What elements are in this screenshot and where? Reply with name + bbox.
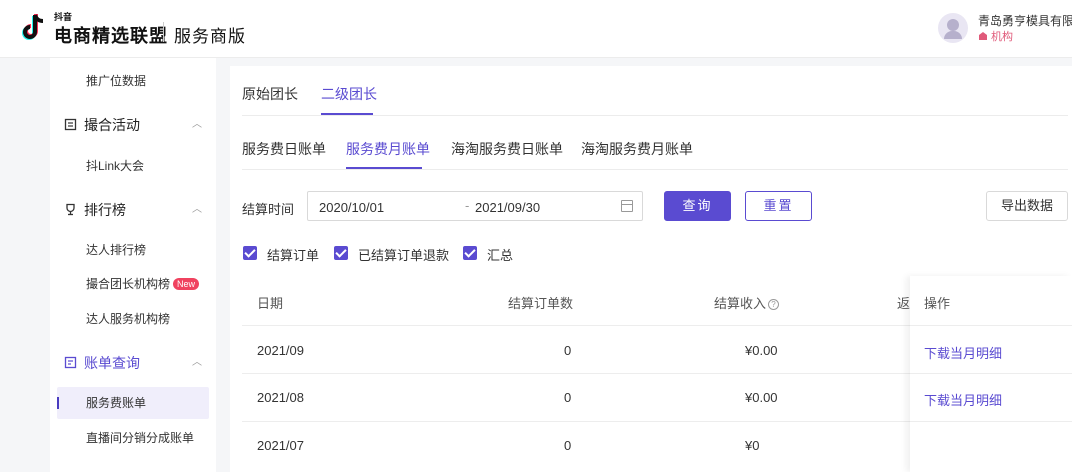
chevron-up-icon: ︿: [192, 119, 202, 130]
company-name[interactable]: 青岛勇亨模具有限公: [978, 12, 1072, 29]
sidebar-item-service-ranking[interactable]: 达人服务机构榜: [50, 303, 216, 335]
table-row-divider: [910, 325, 1072, 326]
sidebar-item-link-conference[interactable]: 抖Link大会: [50, 150, 216, 182]
tab-divider: [242, 115, 1068, 116]
tab-original-leader[interactable]: 原始团长: [242, 84, 298, 104]
table-row-divider: [910, 421, 1072, 422]
reset-button[interactable]: 重置: [745, 191, 812, 221]
checkbox-checked-icon[interactable]: [463, 246, 477, 260]
sidebar: 推广位数据 撮合活动 ︿ 抖Link大会 排行榜 ︿ 达人排行榜 撮合团长机构榜…: [50, 58, 216, 472]
sidebar-group-billing[interactable]: 账单查询 ︿: [50, 345, 216, 381]
logo-subtitle: 服务商版: [174, 27, 246, 46]
sidebar-group-matching[interactable]: 撮合活动 ︿: [50, 107, 216, 143]
date-end-input[interactable]: 2021/09/30: [475, 200, 540, 215]
sidebar-item-label: 达人排行榜: [86, 243, 147, 257]
settle-time-label: 结算时间: [242, 202, 295, 217]
table-cell-orders: 0: [564, 438, 572, 453]
sidebar-item-label: 撮合团长机构榜: [86, 277, 171, 291]
operation-column: 操作 下载当月明细 下载当月明细: [910, 276, 1072, 472]
download-month-detail-link[interactable]: 下载当月明细: [924, 390, 1002, 409]
sidebar-item-promo-data[interactable]: 推广位数据: [50, 65, 216, 97]
table-cell-date: 2021/07: [257, 438, 304, 453]
date-separator: -: [465, 198, 470, 213]
tab-haitao-monthly-bill[interactable]: 海淘服务费月账单: [581, 139, 693, 159]
column-header-income-label: 结算收入: [714, 296, 767, 311]
date-range-picker[interactable]: 2020/10/01 - 2021/09/30: [307, 191, 643, 221]
avatar-head-shape: [947, 19, 959, 31]
chevron-up-icon: ︿: [192, 204, 202, 215]
checkbox-label: 汇总: [487, 248, 514, 263]
sidebar-item-label: 达人服务机构榜: [86, 312, 171, 326]
building-icon: [979, 32, 987, 40]
top-header: 抖音 电商精选联盟 服务商版 青岛勇亨模具有限公 机构: [0, 0, 1072, 58]
avatar[interactable]: [938, 13, 968, 43]
sidebar-item-label: 服务费账单: [86, 396, 147, 410]
sidebar-item-label: 抖Link大会: [86, 159, 145, 173]
table-cell-income: ¥0.00: [745, 343, 778, 358]
tab-monthly-bill[interactable]: 服务费月账单: [346, 139, 430, 159]
sidebar-item-influencer-ranking[interactable]: 达人排行榜: [50, 234, 216, 266]
table-cell-income: ¥0.00: [745, 390, 778, 405]
tab-haitao-daily-bill[interactable]: 海淘服务费日账单: [451, 139, 563, 159]
column-header-order-count: 结算订单数: [508, 296, 574, 311]
main-content: 原始团长 二级团长 服务费日账单 服务费月账单 海淘服务费日账单 海淘服务费月账…: [230, 66, 1072, 472]
table-cell-date: 2021/09: [257, 343, 304, 358]
table-row-divider: [910, 373, 1072, 374]
table-cell-income: ¥0: [745, 438, 760, 453]
document-icon: [64, 118, 77, 131]
help-icon[interactable]: ?: [768, 299, 780, 310]
table-cell-date: 2021/08: [257, 390, 304, 405]
sidebar-item-leader-ranking[interactable]: 撮合团长机构榜 New: [50, 268, 216, 300]
table-cell-orders: 0: [564, 343, 572, 358]
logo-title[interactable]: 电商精选联盟: [54, 22, 168, 48]
checkbox-checked-icon[interactable]: [334, 246, 348, 260]
org-tag-label: 机构: [991, 31, 1013, 43]
avatar-body-shape: [944, 31, 962, 39]
sidebar-item-label: 直播间分销分成账单: [86, 431, 195, 445]
date-start-input[interactable]: 2020/10/01: [319, 200, 384, 215]
org-tag: 机构: [978, 28, 1013, 44]
douyin-logo-icon[interactable]: [20, 12, 48, 42]
new-badge: New: [173, 278, 200, 290]
sidebar-group-label: 撮合活动: [84, 117, 140, 133]
tab-daily-bill[interactable]: 服务费日账单: [242, 139, 326, 159]
chevron-up-icon: ︿: [192, 357, 202, 368]
table-cell-orders: 0: [564, 390, 572, 405]
column-header-refund: 返: [897, 296, 911, 311]
column-header-income: 结算收入?: [714, 293, 780, 312]
tab-secondary-leader[interactable]: 二级团长: [321, 84, 377, 104]
sidebar-item-live-distribution-bill[interactable]: 直播间分销分成账单: [50, 422, 216, 454]
bill-icon: [64, 356, 77, 369]
sidebar-item-service-fee-bill[interactable]: 服务费账单: [50, 387, 216, 419]
checkbox-label: 已结算订单退款: [358, 248, 450, 263]
export-data-button[interactable]: 导出数据: [986, 191, 1068, 221]
sidebar-group-ranking[interactable]: 排行榜 ︿: [50, 192, 216, 228]
query-button[interactable]: 查询: [664, 191, 731, 221]
download-month-detail-link[interactable]: 下载当月明细: [924, 343, 1002, 362]
sidebar-item-label: 推广位数据: [86, 74, 147, 88]
tab-divider: [242, 169, 1068, 170]
logo-divider: [163, 22, 164, 42]
checkbox-label: 结算订单: [267, 248, 320, 263]
column-header-date: 日期: [257, 296, 284, 311]
calendar-icon[interactable]: [621, 200, 633, 212]
sidebar-group-label: 排行榜: [84, 202, 126, 218]
checkbox-checked-icon[interactable]: [243, 246, 257, 260]
sidebar-group-label: 账单查询: [84, 355, 140, 371]
column-header-operation: 操作: [924, 296, 951, 311]
trophy-icon: [66, 203, 75, 216]
